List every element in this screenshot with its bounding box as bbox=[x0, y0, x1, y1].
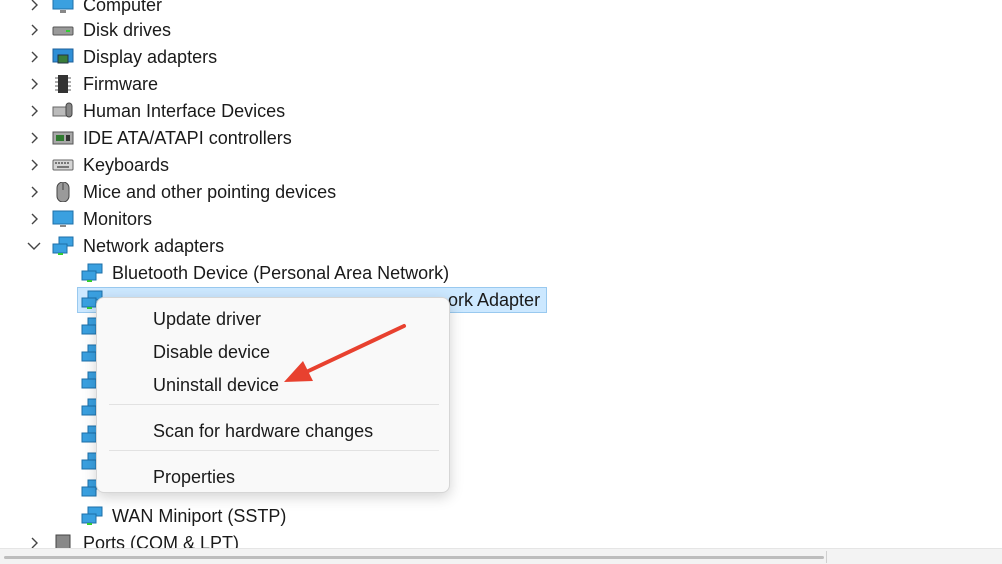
tree-item-label: Disk drives bbox=[83, 20, 172, 40]
tree-item-label: Monitors bbox=[83, 209, 153, 229]
network-adapter-icon bbox=[81, 263, 103, 283]
chevron-right-icon[interactable] bbox=[29, 206, 43, 233]
tree-item-label: Human Interface Devices bbox=[83, 101, 286, 121]
chevron-right-icon[interactable] bbox=[29, 152, 43, 179]
tree-item-label: IDE ATA/ATAPI controllers bbox=[83, 128, 292, 148]
hid-icon bbox=[52, 101, 74, 121]
menu-item-scan-hardware-changes[interactable]: Scan for hardware changes bbox=[153, 419, 373, 443]
menu-item-uninstall-device[interactable]: Uninstall device bbox=[153, 373, 279, 397]
chevron-right-icon[interactable] bbox=[29, 98, 43, 125]
tree-item-label: WAN Miniport (SSTP) bbox=[112, 506, 287, 526]
network-adapter-icon bbox=[52, 236, 74, 256]
menu-item-properties[interactable]: Properties bbox=[153, 465, 235, 489]
menu-separator bbox=[109, 450, 439, 451]
chevron-right-icon[interactable] bbox=[29, 17, 43, 44]
chevron-right-icon[interactable] bbox=[29, 44, 43, 71]
scrollbar-divider bbox=[826, 551, 827, 563]
tree-item-label: ork Adapter bbox=[448, 290, 541, 310]
computer-icon bbox=[52, 0, 74, 15]
chevron-right-icon[interactable] bbox=[29, 71, 43, 98]
disk-drive-icon bbox=[52, 20, 74, 40]
context-menu: Update driver Disable device Uninstall d… bbox=[96, 297, 450, 493]
ide-controller-icon bbox=[52, 128, 74, 148]
menu-separator bbox=[109, 404, 439, 405]
tree-item-label: Display adapters bbox=[83, 47, 218, 67]
chevron-right-icon[interactable] bbox=[29, 125, 43, 152]
menu-item-disable-device[interactable]: Disable device bbox=[153, 340, 270, 364]
monitor-icon bbox=[52, 209, 74, 229]
tree-item-label: Network adapters bbox=[83, 236, 225, 256]
firmware-chip-icon bbox=[52, 74, 74, 94]
network-adapter-icon bbox=[81, 506, 103, 526]
chevron-down-icon[interactable] bbox=[27, 233, 41, 260]
scrollbar-thumb[interactable] bbox=[4, 556, 824, 559]
keyboard-icon bbox=[52, 155, 74, 175]
mouse-icon bbox=[52, 181, 74, 203]
menu-item-update-driver[interactable]: Update driver bbox=[153, 307, 261, 331]
tree-item-label: Bluetooth Device (Personal Area Network) bbox=[112, 263, 450, 283]
chevron-right-icon[interactable] bbox=[29, 179, 43, 206]
display-adapter-icon bbox=[52, 47, 74, 67]
tree-item-label: Mice and other pointing devices bbox=[83, 182, 337, 202]
tree-item-label: Keyboards bbox=[83, 155, 170, 175]
tree-item-label: Firmware bbox=[83, 74, 158, 94]
horizontal-scrollbar[interactable] bbox=[0, 548, 1002, 564]
